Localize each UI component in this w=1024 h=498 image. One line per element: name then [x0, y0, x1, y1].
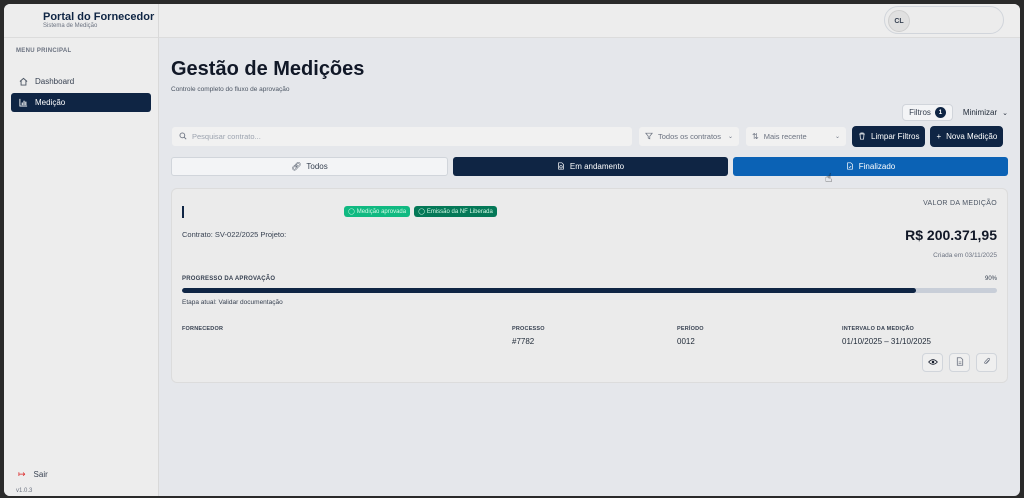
document-icon	[956, 357, 964, 368]
current-stage: Etapa atual: Validar documentação	[182, 299, 283, 306]
filter-icon	[645, 132, 653, 142]
status-tabs: 🔗︎ Todos Em andamento Finalizado	[171, 157, 1008, 176]
badge-label: Medição aprovada	[356, 208, 407, 215]
progress-bar	[182, 288, 997, 293]
meta-label-intervalo: INTERVALO DA MEDIÇÃO	[842, 326, 915, 332]
new-measurement-label: Nova Medição	[946, 132, 998, 141]
plus-icon: +	[936, 132, 942, 141]
sort-icon: ⇅	[752, 132, 759, 141]
link-icon: 🔗︎	[291, 162, 302, 171]
card-accent	[182, 206, 184, 218]
brand: Portal do Fornecedor Sistema de Medição	[4, 4, 158, 38]
contracts-select[interactable]: Todos os contratos ⌄	[638, 126, 740, 147]
avatar: CL	[888, 10, 910, 32]
file-check-icon	[846, 161, 854, 172]
chevron-down-icon: ⌄	[834, 134, 840, 140]
clear-filters-button[interactable]: Limpar Filtros	[852, 126, 926, 147]
chevron-down-icon: ⌄	[1002, 109, 1008, 117]
meta-value-intervalo: 01/10/2025 – 31/10/2025	[842, 337, 931, 346]
status-badges: ◯ Medição aprovada ◯ Emissão da NF Liber…	[344, 206, 501, 217]
tab-label: Em andamento	[569, 162, 625, 171]
contract-line: Contrato: SV-022/2025 Projeto:	[182, 230, 287, 239]
meta-value-processo: #7782	[512, 337, 535, 346]
main-area: CL Gestão de Medições Controle completo …	[159, 4, 1020, 496]
value-label: VALOR DA MEDIÇÃO	[923, 200, 997, 207]
created-date: Criada em 03/11/2025	[933, 252, 997, 259]
sidebar-nav: Dashboard Medição	[4, 72, 158, 112]
app-window: Portal do Fornecedor Sistema de Medição …	[4, 4, 1020, 496]
sidebar-item-medicao[interactable]: Medição	[11, 93, 151, 112]
eye-icon	[927, 358, 938, 368]
measurement-amount: R$ 200.371,95	[905, 227, 997, 243]
topbar: CL	[159, 4, 1020, 38]
file-clock-icon	[557, 161, 565, 172]
tab-todos[interactable]: 🔗︎ Todos	[171, 157, 448, 176]
minimize-button[interactable]: Minimizar ⌄	[963, 108, 1008, 117]
menu-label: MENU PRINCIPAL	[16, 48, 72, 54]
logout-button[interactable]: ↦ Sair	[18, 469, 48, 480]
contracts-select-value: Todos os contratos	[658, 132, 721, 141]
logout-icon: ↦	[18, 469, 26, 479]
sidebar-item-label: Dashboard	[35, 77, 75, 86]
measurement-card[interactable]: ◯ Medição aprovada ◯ Emissão da NF Liber…	[171, 188, 1008, 383]
brand-subtitle: Sistema de Medição	[43, 23, 98, 29]
minimize-label: Minimizar	[962, 108, 998, 117]
tab-label: Todos	[306, 162, 328, 171]
filters-row: Filtros 1 Minimizar ⌄	[902, 104, 1008, 121]
meta-label-processo: PROCESSO	[512, 326, 545, 332]
progress-label: PROGRESSO DA APROVAÇÃO	[182, 276, 276, 282]
progress-percent: 90%	[984, 276, 997, 282]
chevron-down-icon: ⌄	[727, 134, 733, 140]
check-circle-icon: ◯	[418, 209, 425, 215]
logout-label: Sair	[33, 470, 48, 479]
tab-finalizado[interactable]: Finalizado	[733, 157, 1008, 176]
version-label: v1.0.3	[16, 488, 33, 494]
tab-label: Finalizado	[858, 162, 896, 171]
toolbar: Pesquisar contrato... Todos os contratos…	[171, 126, 1008, 147]
card-actions	[916, 353, 997, 372]
filters-label: Filtros	[909, 108, 931, 117]
sort-select-value: Mais recente	[763, 132, 807, 141]
sort-select[interactable]: ⇅ Mais recente ⌄	[745, 126, 847, 147]
user-menu[interactable]: CL	[884, 6, 1004, 34]
search-icon	[179, 132, 187, 142]
check-circle-icon: ◯	[348, 209, 355, 215]
attachment-button[interactable]	[976, 353, 997, 372]
status-badge: ◯ Medição aprovada	[344, 206, 411, 217]
meta-label-periodo: PERÍODO	[677, 326, 704, 332]
view-button[interactable]	[922, 353, 943, 372]
sidebar-item-dashboard[interactable]: Dashboard	[11, 72, 151, 91]
home-icon	[18, 77, 28, 87]
badge-label: Emissão da NF Liberada	[426, 208, 493, 215]
sidebar-item-label: Medição	[35, 98, 66, 107]
sidebar: Portal do Fornecedor Sistema de Medição …	[4, 4, 159, 496]
tab-em-andamento[interactable]: Em andamento	[453, 157, 728, 176]
search-input[interactable]: Pesquisar contrato...	[171, 126, 633, 147]
mouse-cursor-icon: ☝︎	[825, 171, 833, 185]
status-badge: ◯ Emissão da NF Liberada	[414, 206, 497, 217]
content: Gestão de Medições Controle completo do …	[171, 38, 1008, 383]
search-placeholder: Pesquisar contrato...	[192, 132, 261, 141]
clear-filters-label: Limpar Filtros	[871, 132, 920, 141]
paperclip-icon	[983, 357, 991, 368]
page-subtitle: Controle completo do fluxo de aprovação	[171, 86, 290, 93]
meta-value-periodo: 0012	[677, 337, 695, 346]
brand-title: Portal do Fornecedor	[43, 11, 155, 23]
filters-count-badge: 1	[934, 107, 946, 118]
page-title: Gestão de Medições	[171, 58, 365, 80]
progress-fill	[182, 288, 916, 293]
filters-button[interactable]: Filtros 1	[902, 104, 953, 121]
trash-icon	[858, 132, 866, 142]
bar-chart-icon	[18, 98, 28, 108]
meta-label-fornecedor: FORNECEDOR	[182, 326, 224, 332]
document-button[interactable]	[949, 353, 970, 372]
new-measurement-button[interactable]: + Nova Medição	[930, 126, 1004, 147]
